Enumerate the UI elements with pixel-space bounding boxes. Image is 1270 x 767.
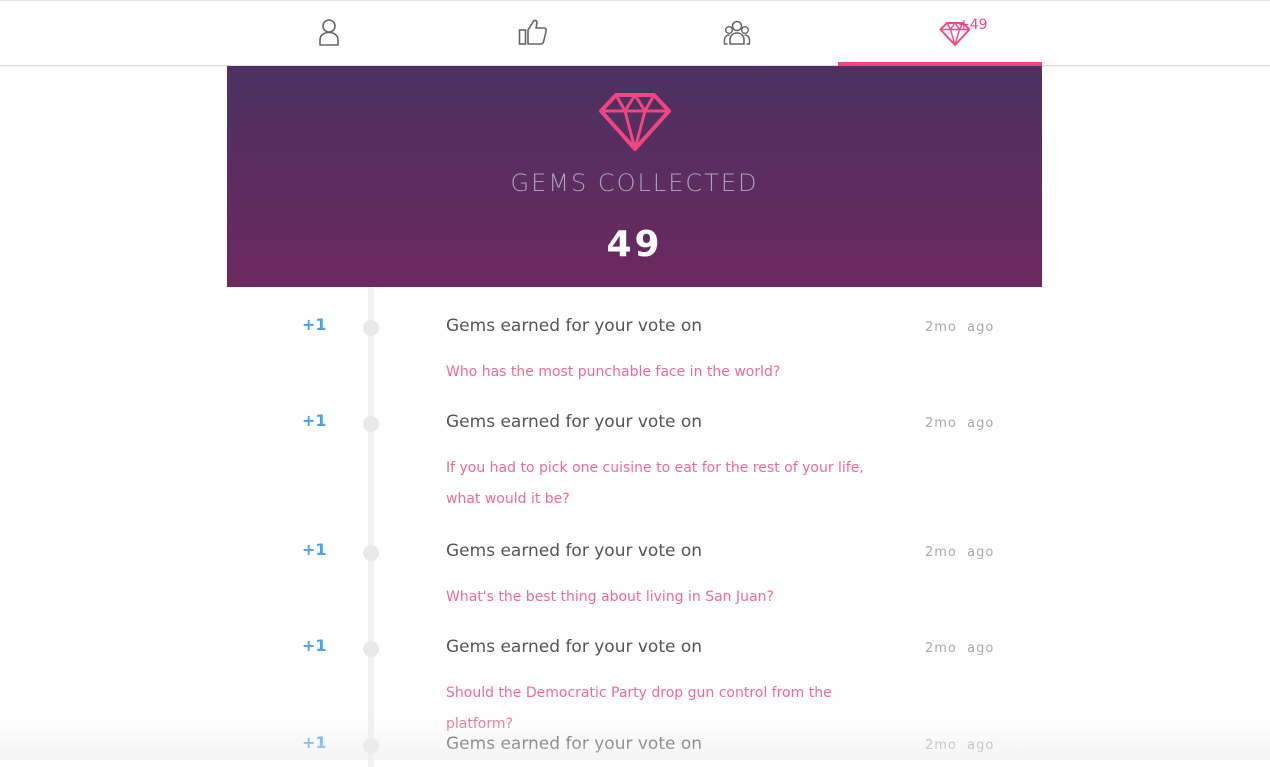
group-icon: [723, 20, 751, 45]
question-link[interactable]: Should the Democratic Party drop gun con…: [446, 678, 896, 740]
timeline-line: [368, 287, 374, 767]
thumbs-up-icon: [518, 19, 547, 45]
timeline-dot: [363, 738, 379, 754]
timeline-dot: [363, 320, 379, 336]
timeline-dot: [363, 545, 379, 561]
points-earned: +1: [302, 315, 327, 334]
question-link[interactable]: What's the best thing about living in Sa…: [446, 582, 896, 613]
timeline-dot: [363, 416, 379, 432]
tab-friends[interactable]: [635, 1, 839, 66]
tab-gems[interactable]: +49: [838, 1, 1042, 67]
entry-heading: Gems earned for your vote on: [446, 734, 703, 754]
gems-collected-count: 49: [606, 224, 663, 265]
entry-time: 2mo ago: [925, 545, 995, 560]
gems-banner: GEMS COLLECTED 49: [227, 66, 1042, 287]
question-link[interactable]: If you had to pick one cuisine to eat fo…: [446, 453, 896, 515]
points-earned: +1: [302, 733, 327, 752]
gem-icon: [598, 93, 671, 151]
timeline-dot: [363, 641, 379, 657]
question-link[interactable]: Who has the most punchable face in the w…: [446, 357, 896, 388]
user-icon: [319, 19, 339, 46]
tab-profile[interactable]: [227, 1, 431, 66]
entry-time: 2mo ago: [925, 320, 995, 335]
points-earned: +1: [302, 636, 327, 655]
entry-time: 2mo ago: [925, 738, 995, 753]
gem-count-badge: +49: [958, 17, 988, 33]
entry-time: 2mo ago: [925, 641, 995, 656]
tab-votes[interactable]: [431, 1, 635, 66]
entry-heading: Gems earned for your vote on: [446, 541, 703, 561]
points-earned: +1: [302, 411, 327, 430]
tab-bar: +49: [0, 0, 1270, 67]
entry-heading: Gems earned for your vote on: [446, 412, 703, 432]
gems-collected-title: GEMS COLLECTED: [510, 169, 759, 197]
entry-heading: Gems earned for your vote on: [446, 637, 703, 657]
entry-time: 2mo ago: [925, 416, 995, 431]
points-earned: +1: [302, 540, 327, 559]
entry-heading: Gems earned for your vote on: [446, 316, 703, 336]
